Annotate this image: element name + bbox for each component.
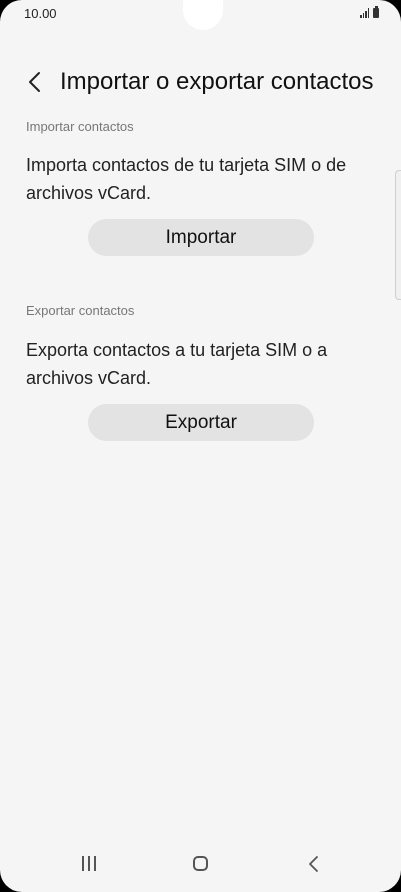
- back-icon[interactable]: [307, 854, 321, 874]
- status-time: 10.00: [24, 6, 57, 21]
- navigation-bar: [0, 836, 401, 892]
- battery-icon: [373, 6, 379, 18]
- scroll-indicator[interactable]: [395, 170, 401, 300]
- chevron-left-icon[interactable]: [26, 69, 44, 95]
- page-title: Importar o exportar contactos: [60, 68, 374, 95]
- recent-apps-icon[interactable]: [80, 856, 98, 872]
- import-button[interactable]: Importar: [88, 219, 314, 256]
- app-header: Importar o exportar contactos: [0, 60, 401, 104]
- import-section-label: Importar contactos: [26, 119, 134, 134]
- export-button[interactable]: Exportar: [88, 404, 314, 441]
- export-section-label: Exportar contactos: [26, 303, 135, 318]
- status-icons: [360, 6, 379, 18]
- import-description: Importa contactos de tu tarjeta SIM o de…: [26, 155, 347, 203]
- signal-icon: [360, 8, 369, 18]
- home-icon[interactable]: [193, 856, 208, 871]
- export-description: Exporta contactos a tu tarjeta SIM o a a…: [26, 340, 328, 388]
- screen: 10.00 Importar o exportar contactos Impo…: [0, 0, 401, 892]
